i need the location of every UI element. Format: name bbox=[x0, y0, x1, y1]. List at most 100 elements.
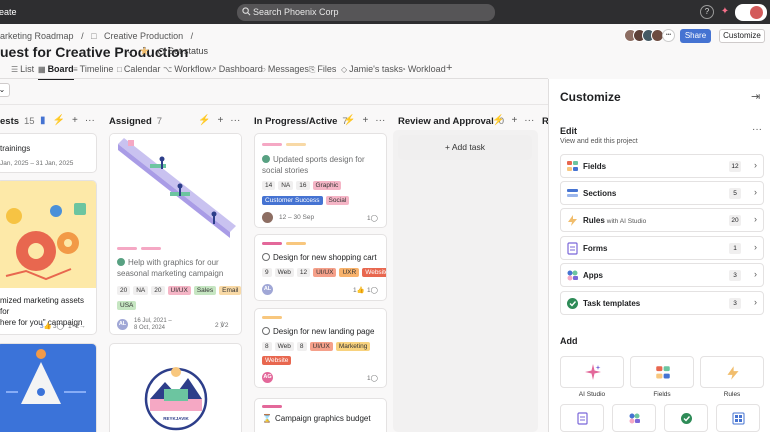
ai-sparkle-icon[interactable]: ✦ bbox=[718, 5, 732, 19]
comment-count[interactable]: 3◯ bbox=[53, 322, 64, 330]
tab-dashboard[interactable]: ↗ Dashboard bbox=[210, 64, 263, 74]
set-status-button[interactable]: Set status bbox=[158, 46, 208, 56]
add-task-templates-tile[interactable] bbox=[664, 404, 708, 432]
chip: 20 bbox=[151, 286, 165, 295]
tab-label: Jamie's tasks bbox=[349, 64, 403, 74]
chip: Website bbox=[362, 268, 386, 277]
review-column-body bbox=[393, 130, 538, 432]
column-header[interactable]: Assigned 7 bbox=[109, 116, 162, 127]
tab-calendar[interactable]: □ Calendar bbox=[117, 64, 160, 74]
tab-messages[interactable]: ○ Messages bbox=[261, 64, 309, 74]
add-sections-tile[interactable] bbox=[716, 404, 760, 432]
tab-jamies-tasks[interactable]: ◇ Jamie's tasks bbox=[341, 64, 403, 74]
collapse-panel-icon[interactable]: ⇥ bbox=[751, 90, 760, 103]
comment-count[interactable]: 1◯ bbox=[367, 214, 378, 222]
plus-icon[interactable]: + bbox=[511, 115, 517, 126]
task-card[interactable]: Updated sports design for social stories… bbox=[254, 133, 387, 228]
breadcrumb-project[interactable]: Creative Production bbox=[104, 31, 183, 41]
check-icon[interactable] bbox=[262, 253, 270, 261]
search-input[interactable]: Search Phoenix Corp bbox=[237, 4, 495, 21]
add-fields-tile[interactable] bbox=[630, 356, 694, 388]
customize-row-fields[interactable]: Fields 12 › bbox=[560, 154, 764, 178]
more-members[interactable]: ••• bbox=[662, 29, 675, 42]
form-icon[interactable]: ▮ bbox=[40, 115, 46, 126]
like-count[interactable]: 3👍 bbox=[40, 322, 52, 330]
account-menu[interactable] bbox=[735, 4, 767, 21]
chevron-down-icon[interactable]: ⌄ bbox=[126, 46, 134, 57]
task-card[interactable]: mized marketing assets for here for you" … bbox=[0, 180, 97, 335]
customize-row-rules[interactable]: Rules with AI Studio 20 › bbox=[560, 208, 764, 232]
plus-icon[interactable]: + bbox=[362, 115, 368, 126]
rule-bolt-icon[interactable]: ⚡ bbox=[492, 115, 504, 126]
avatar[interactable]: AG bbox=[262, 372, 273, 383]
customize-row-forms[interactable]: Forms 1 › bbox=[560, 236, 764, 260]
add-forms-tile[interactable] bbox=[560, 404, 604, 432]
more-icon[interactable]: ··· bbox=[85, 115, 95, 126]
task-card[interactable]: ⌛ Campaign graphics budget bbox=[254, 398, 387, 432]
tab-timeline[interactable]: ≡ Timeline bbox=[73, 64, 113, 74]
task-card[interactable]: Design for new shopping cart 9 Web 12 UI/UX… bbox=[254, 234, 387, 301]
more-icon[interactable]: ··· bbox=[752, 124, 762, 135]
subtask-count[interactable]: 1‣2→ bbox=[68, 322, 86, 330]
tab-label: Board bbox=[47, 64, 74, 74]
help-icon[interactable]: ? bbox=[700, 5, 714, 19]
rule-bolt-icon[interactable]: ⚡ bbox=[343, 115, 355, 126]
apps-icon bbox=[567, 270, 578, 281]
check-icon[interactable] bbox=[262, 155, 270, 163]
column-header[interactable]: Review and Approval 0 bbox=[398, 116, 504, 127]
column-count: 15 bbox=[24, 116, 35, 127]
avatar[interactable] bbox=[262, 212, 273, 223]
tab-board[interactable]: ▦ Board bbox=[38, 64, 74, 80]
task-card[interactable]: Design for new landing page 8 Web 8 UI/UX Ma… bbox=[254, 308, 387, 388]
customize-row-task-templates[interactable]: Task templates 3 › bbox=[560, 291, 764, 315]
tab-workload[interactable]: ◔ Workload bbox=[401, 64, 446, 74]
add-ai-studio-tile[interactable] bbox=[560, 356, 624, 388]
check-icon[interactable] bbox=[262, 327, 270, 335]
plus-icon[interactable]: + bbox=[72, 115, 78, 126]
row-count: 5 bbox=[729, 188, 741, 199]
plus-icon[interactable]: + bbox=[217, 115, 223, 126]
task-card[interactable]: trainings Jan, 2025 – 31 Jan, 2025 bbox=[0, 133, 97, 173]
customize-row-apps[interactable]: Apps 3 › bbox=[560, 263, 764, 287]
add-tab-button[interactable]: + bbox=[446, 62, 452, 74]
customize-button[interactable]: Customize bbox=[719, 29, 765, 43]
tab-files[interactable]: ⎘ Files bbox=[309, 64, 336, 75]
row-count: 20 bbox=[729, 215, 741, 226]
tab-workflow[interactable]: ⌥ Workflow bbox=[163, 64, 211, 74]
task-card[interactable]: Help with graphics for our seasonal mark… bbox=[109, 133, 242, 335]
add-task-button[interactable]: + Add task bbox=[398, 135, 532, 160]
task-chips: 8 Web 8 UI/UX Marketing bbox=[262, 342, 373, 354]
gears-illustration bbox=[5, 203, 86, 281]
add-rules-tile[interactable] bbox=[700, 356, 764, 388]
avatar[interactable]: AL bbox=[262, 284, 273, 295]
comment-count[interactable]: 1◯ bbox=[367, 374, 378, 382]
rule-bolt-icon[interactable]: ⚡ bbox=[198, 115, 210, 126]
breadcrumb-parent[interactable]: arketing Roadmap bbox=[0, 31, 74, 41]
task-card[interactable] bbox=[0, 343, 97, 432]
column-header[interactable]: In Progress/Active 7 bbox=[254, 116, 348, 127]
share-button[interactable]: Share bbox=[680, 29, 711, 43]
star-icon[interactable]: ★ bbox=[139, 44, 150, 58]
subtask-count[interactable]: 2 ℣2 bbox=[215, 321, 228, 329]
customize-row-sections[interactable]: Sections 5 › bbox=[560, 181, 764, 205]
filter-dropdown[interactable]: ⌄ bbox=[0, 83, 10, 97]
more-icon[interactable]: ··· bbox=[524, 115, 534, 126]
tab-list[interactable]: ☰ List bbox=[11, 64, 34, 74]
task-chips: 14 NA 16 Graphic bbox=[262, 181, 344, 193]
row-count: 3 bbox=[729, 270, 741, 281]
grid-icon bbox=[732, 412, 745, 425]
ai-sparkle-icon bbox=[585, 364, 601, 380]
avatar[interactable]: AL bbox=[117, 319, 128, 330]
check-icon[interactable] bbox=[117, 258, 125, 266]
task-chips: 20 NA 20 UI/UX Sales Email bbox=[117, 286, 241, 298]
column-header[interactable]: ests 15 bbox=[0, 116, 35, 127]
rule-bolt-icon[interactable]: ⚡ bbox=[53, 115, 65, 126]
chip: 8 bbox=[262, 342, 272, 351]
more-icon[interactable]: ··· bbox=[230, 115, 240, 126]
task-card[interactable]: REYKJAVIK bbox=[109, 343, 242, 432]
comment-count[interactable]: 1◯ bbox=[367, 286, 378, 294]
like-count[interactable]: 1👍 bbox=[353, 286, 365, 294]
create-button[interactable]: reate bbox=[0, 4, 24, 20]
add-apps-tile[interactable] bbox=[612, 404, 656, 432]
more-icon[interactable]: ··· bbox=[375, 115, 385, 126]
